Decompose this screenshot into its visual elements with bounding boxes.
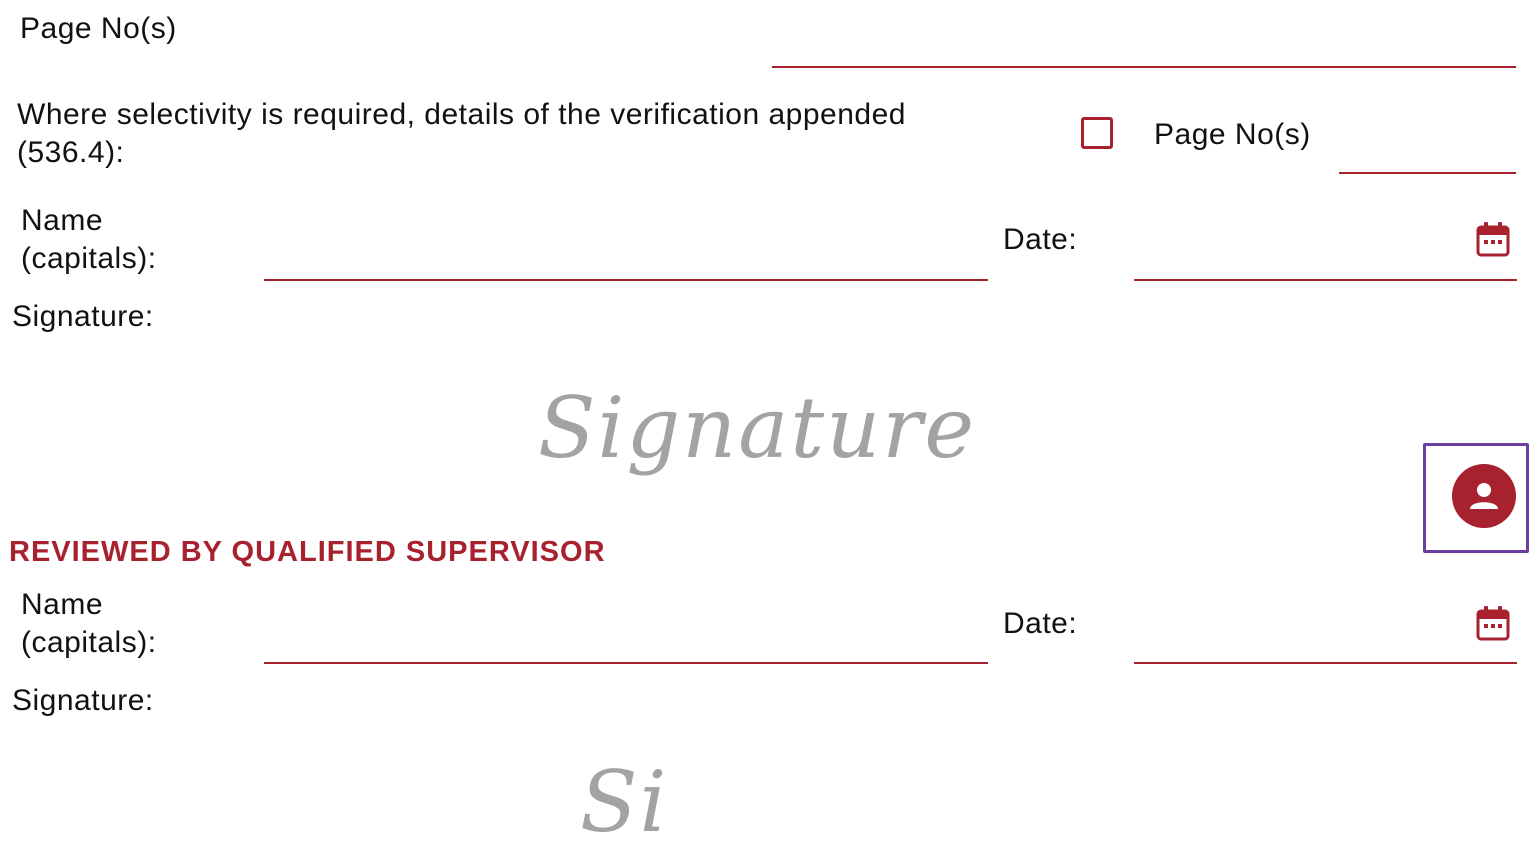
reviewer-signature-label: Signature: [12, 684, 154, 717]
reviewer-name-input[interactable] [264, 662, 988, 664]
person-icon [1470, 483, 1498, 509]
signer-date-label: Date: [1003, 223, 1078, 256]
reviewer-signature-pad[interactable]: Si [580, 752, 668, 852]
signer-name-input[interactable] [264, 279, 988, 281]
reviewer-heading: REVIEWED BY QUALIFIED SUPERVISOR [9, 536, 606, 568]
selectivity-page-no-label: Page No(s) [1154, 118, 1311, 151]
reviewer-name-label-line1: Name [21, 588, 104, 621]
calendar-icon[interactable] [1476, 605, 1510, 641]
person-fab-button[interactable] [1452, 464, 1516, 528]
signer-name-label-line1: Name [21, 204, 104, 237]
reviewer-date-input[interactable] [1134, 662, 1517, 664]
reviewer-date-label: Date: [1003, 607, 1078, 640]
selectivity-page-no-input[interactable] [1339, 172, 1516, 174]
signer-date-input[interactable] [1134, 279, 1517, 281]
reviewer-name-label-line2: (capitals): [21, 626, 157, 659]
page-no-input[interactable] [772, 66, 1516, 68]
selectivity-text-line1: Where selectivity is required, details o… [17, 98, 906, 131]
selectivity-text-line2: (536.4): [17, 136, 125, 169]
page-no-label: Page No(s) [20, 12, 177, 45]
signer-signature-label: Signature: [12, 300, 154, 333]
signer-name-label-line2: (capitals): [21, 242, 157, 275]
selectivity-checkbox[interactable] [1081, 117, 1113, 149]
calendar-icon[interactable] [1476, 221, 1510, 257]
signer-signature-pad[interactable]: Signature [538, 378, 976, 478]
